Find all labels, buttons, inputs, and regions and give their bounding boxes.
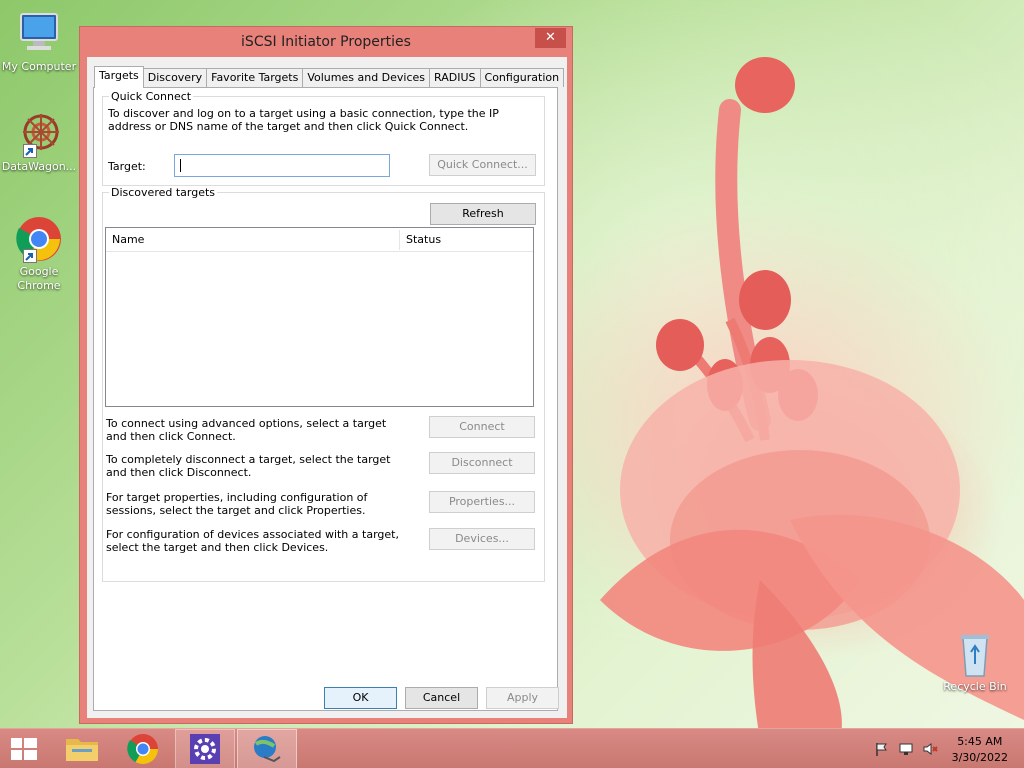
properties-description: For target properties, including configu…	[106, 491, 368, 517]
taskbar-chrome[interactable]	[113, 729, 173, 768]
properties-button[interactable]: Properties...	[429, 491, 535, 513]
windows-logo-icon	[11, 738, 37, 760]
desktop-icon-my-computer[interactable]: My Computer	[0, 10, 78, 74]
desktop-icon-label: Recycle Bin	[943, 680, 1007, 693]
disconnect-button[interactable]: Disconnect	[429, 452, 535, 474]
close-icon: ✕	[545, 30, 556, 45]
quick-connect-description: To discover and log on to a target using…	[108, 107, 499, 133]
dialog-client-area: Targets Discovery Favorite Targets Volum…	[87, 57, 567, 718]
dialog-title: iSCSI Initiator Properties	[241, 34, 411, 50]
volume-muted-icon[interactable]	[922, 741, 938, 757]
desktop-icon-label: My Computer	[1, 60, 77, 73]
gear-icon	[190, 734, 220, 764]
disconnect-description: To completely disconnect a target, selec…	[106, 453, 391, 479]
desktop-icon-datawagon[interactable]: DataWagon...	[0, 110, 78, 174]
iscsi-properties-dialog: iSCSI Initiator Properties ✕ Targets Dis…	[79, 26, 573, 724]
tab-favorite-targets[interactable]: Favorite Targets	[206, 68, 304, 87]
ok-button[interactable]: OK	[324, 687, 397, 709]
desktop-icon-label: Google Chrome	[17, 265, 61, 292]
refresh-button[interactable]: Refresh	[430, 203, 536, 225]
chrome-icon	[127, 734, 158, 765]
shortcut-arrow-icon	[23, 249, 37, 263]
discovered-targets-list[interactable]: Name Status	[105, 227, 534, 407]
quick-connect-title: Quick Connect	[109, 90, 194, 103]
connect-button[interactable]: Connect	[429, 416, 535, 438]
devices-button[interactable]: Devices...	[429, 528, 535, 550]
taskbar-file-explorer[interactable]	[52, 729, 112, 768]
shortcut-arrow-icon	[23, 144, 37, 158]
tab-strip: Targets Discovery Favorite Targets Volum…	[94, 66, 565, 88]
tab-configuration[interactable]: Configuration	[479, 68, 565, 87]
close-button[interactable]: ✕	[535, 28, 566, 48]
recycle-bin-icon	[951, 630, 999, 678]
quick-connect-button[interactable]: Quick Connect...	[429, 154, 536, 176]
connect-description: To connect using advanced options, selec…	[106, 417, 387, 443]
desktop-icon-label: DataWagon...	[1, 160, 77, 173]
targets-tab-page: Quick Connect To discover and log on to …	[93, 87, 558, 711]
folder-icon	[66, 739, 98, 761]
cancel-button[interactable]: Cancel	[405, 687, 478, 709]
quick-connect-group: Quick Connect To discover and log on to …	[102, 90, 545, 186]
taskbar: 5:45 AM 3/30/2022	[0, 728, 1024, 768]
tab-targets[interactable]: Targets	[94, 66, 144, 88]
start-button[interactable]	[0, 729, 48, 768]
devices-description: For configuration of devices associated …	[106, 528, 399, 554]
dialog-titlebar[interactable]: iSCSI Initiator Properties ✕	[80, 27, 572, 57]
chrome-icon	[15, 215, 63, 263]
network-icon[interactable]	[898, 741, 914, 757]
list-header: Name Status	[106, 228, 533, 252]
apply-button[interactable]: Apply	[486, 687, 559, 709]
target-input[interactable]	[174, 154, 390, 177]
clock-date: 3/30/2022	[951, 751, 1008, 764]
datawagon-icon	[15, 110, 63, 158]
column-header-status[interactable]: Status	[400, 228, 533, 252]
tab-discovery[interactable]: Discovery	[142, 68, 208, 87]
taskbar-settings[interactable]	[175, 729, 235, 768]
network-globe-icon	[254, 736, 281, 763]
taskbar-iscsi-initiator[interactable]	[237, 729, 297, 768]
tab-volumes-and-devices[interactable]: Volumes and Devices	[302, 68, 431, 87]
desktop-icon-google-chrome[interactable]: Google Chrome	[0, 215, 78, 293]
tab-radius[interactable]: RADIUS	[429, 68, 481, 87]
computer-icon	[15, 10, 63, 58]
column-header-name[interactable]: Name	[106, 228, 399, 252]
clock-time: 5:45 AM	[957, 735, 1003, 748]
action-center-flag-icon[interactable]	[874, 741, 890, 757]
taskbar-clock[interactable]: 5:45 AM 3/30/2022	[952, 734, 1008, 766]
text-caret	[180, 159, 181, 172]
discovered-targets-title: Discovered targets	[109, 186, 218, 199]
target-label: Target:	[108, 160, 146, 173]
discovered-targets-group: Discovered targets Refresh Name Status T…	[102, 186, 545, 582]
desktop-icon-recycle-bin[interactable]: Recycle Bin	[936, 630, 1014, 694]
